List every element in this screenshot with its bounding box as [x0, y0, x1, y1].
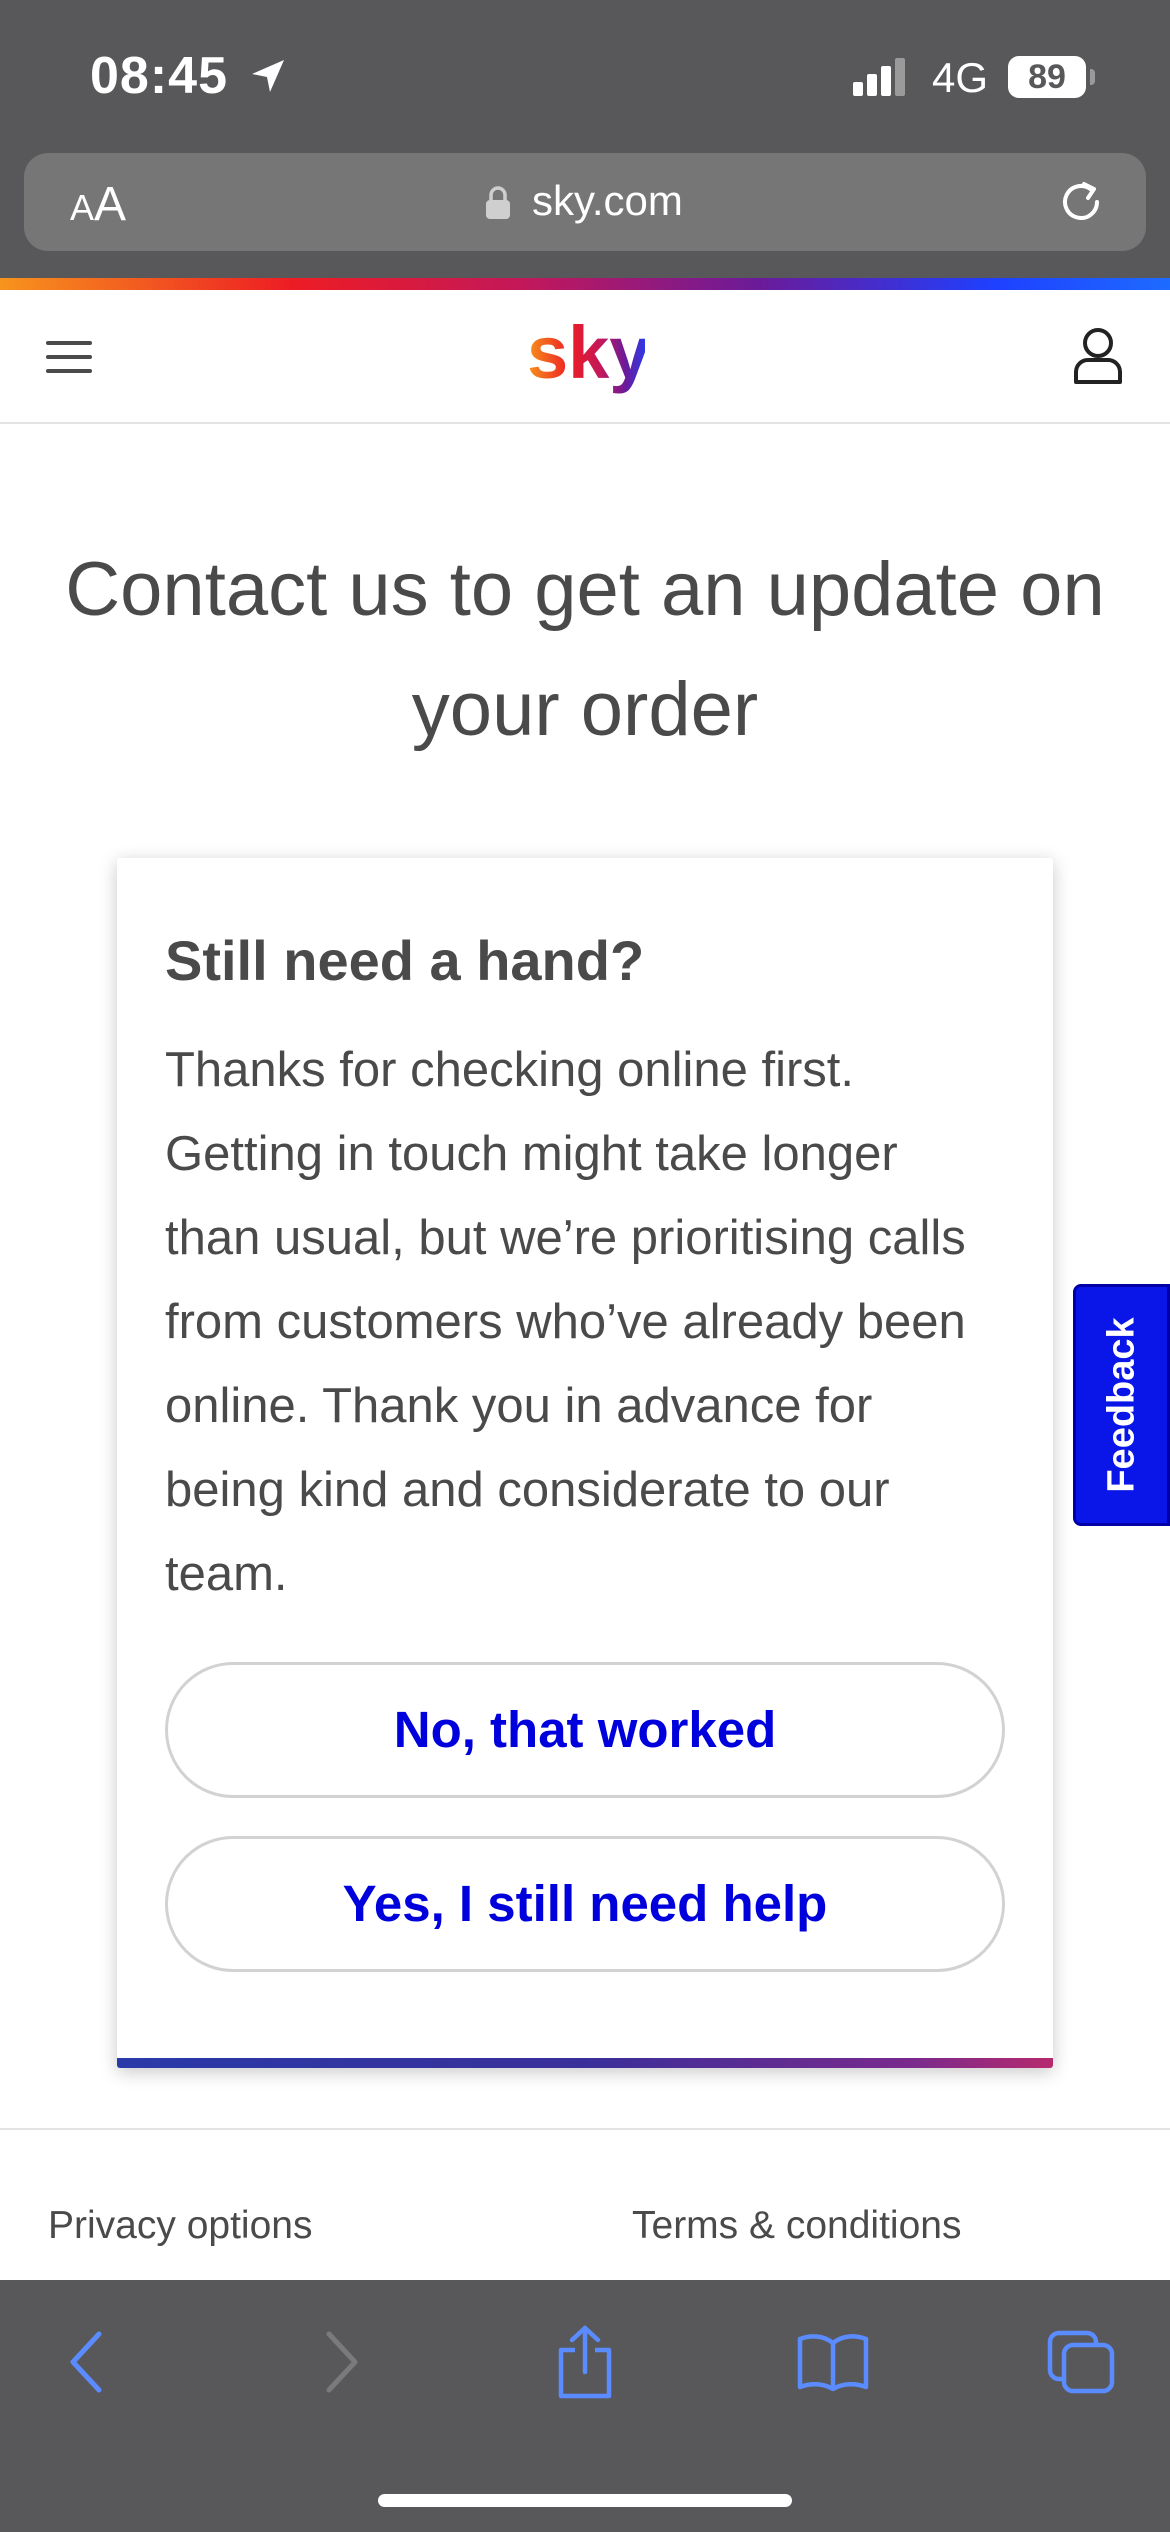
yes-still-need-help-button[interactable]: Yes, I still need help: [165, 1836, 1005, 1972]
forward-button[interactable]: [296, 2322, 386, 2402]
home-indicator: [378, 2494, 792, 2507]
bookmarks-book-icon: [797, 2334, 869, 2392]
no-that-worked-button[interactable]: No, that worked: [165, 1662, 1005, 1798]
card-accent-bar: [117, 2058, 1053, 2068]
text-size-button[interactable]: AA: [70, 177, 126, 232]
location-arrow-icon: [252, 60, 284, 92]
sky-logo[interactable]: sky: [525, 312, 645, 402]
status-time: 08:45: [90, 47, 228, 105]
share-button[interactable]: [540, 2322, 630, 2402]
help-card: Still need a hand? Thanks for checking o…: [117, 858, 1053, 2068]
bookmarks-button[interactable]: [788, 2322, 878, 2402]
account-person-icon[interactable]: [1072, 326, 1124, 386]
privacy-options-link[interactable]: Privacy options: [48, 2204, 312, 2248]
network-type: 4G: [932, 54, 989, 101]
terms-conditions-link[interactable]: Terms & conditions: [632, 2204, 961, 2248]
share-icon: [558, 2325, 612, 2399]
url-text[interactable]: sky.com: [532, 177, 683, 225]
back-chevron-icon: [70, 2331, 102, 2393]
card-body-text: Thanks for checking online first. Gettin…: [165, 1043, 966, 1601]
site-header: sky: [0, 290, 1170, 424]
lock-icon: [486, 186, 510, 219]
status-bar: 08:45 4G 89: [0, 0, 1170, 150]
footer-divider: [0, 2128, 1170, 2130]
page-title: Contact us to get an update on your orde…: [65, 547, 1105, 752]
forward-chevron-icon: [326, 2331, 358, 2393]
browser-address-area: AA sky.com: [0, 150, 1170, 278]
brand-gradient-strip: [0, 278, 1170, 290]
hamburger-menu-icon[interactable]: [46, 338, 94, 376]
signal-bars-icon: [853, 58, 905, 96]
feedback-label: Feedback: [1100, 1317, 1142, 1493]
feedback-tab[interactable]: Feedback: [1073, 1284, 1170, 1526]
card-title: Still need a hand?: [165, 929, 645, 992]
svg-text:sky: sky: [527, 312, 645, 394]
tabs-button[interactable]: [1036, 2322, 1126, 2402]
address-bar[interactable]: AA sky.com: [24, 153, 1146, 251]
tabs-icon: [1047, 2330, 1115, 2394]
battery-level: 89: [1008, 56, 1086, 98]
back-button[interactable]: [42, 2322, 132, 2402]
battery-nub: [1090, 69, 1095, 85]
reload-icon[interactable]: [1054, 175, 1108, 229]
